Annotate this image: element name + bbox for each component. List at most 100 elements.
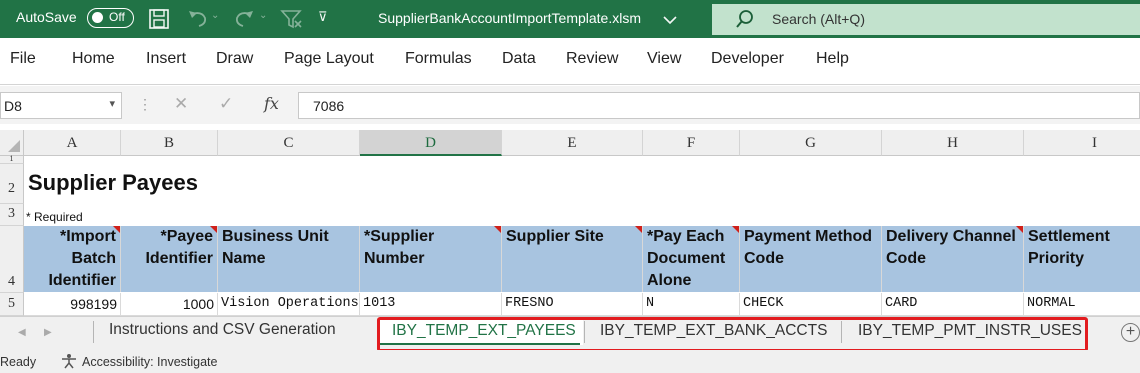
comment-indicator (732, 226, 739, 233)
row-header-1[interactable]: 1 (0, 154, 24, 164)
row-number: 3 (8, 206, 15, 221)
scroll-tabs-left-icon[interactable]: ◀ (18, 327, 26, 338)
menu-developer[interactable]: Developer (711, 50, 784, 68)
menu-draw[interactable]: Draw (216, 50, 253, 68)
column-header-h[interactable]: H (882, 130, 1024, 156)
select-all-corner[interactable] (0, 130, 24, 156)
column-header-g[interactable]: G (740, 130, 882, 156)
worksheet-grid[interactable]: A B C D E F G H I 1 2 3 4 5 Supplier Pay… (0, 130, 1140, 316)
column-header-f[interactable]: F (643, 130, 740, 156)
row-number: 1 (9, 154, 14, 163)
header-text: *Pay Each Document Alone (647, 228, 726, 289)
header-cell[interactable]: Supplier Site (502, 226, 643, 292)
accessibility-status[interactable]: Accessibility: Investigate (82, 355, 217, 369)
menu-view[interactable]: View (647, 50, 681, 68)
window-title[interactable]: SupplierBankAccountImportTemplate.xlsm (378, 10, 641, 26)
column-header-e[interactable]: E (502, 130, 643, 156)
column-header-d[interactable]: D (360, 130, 502, 156)
row-header-2[interactable]: 2 (0, 164, 24, 204)
data-cell[interactable]: Vision Operations (218, 293, 360, 316)
redo-icon[interactable] (232, 8, 256, 33)
menu-review[interactable]: Review (566, 50, 618, 68)
status-bar: Ready Accessibility: Investigate (0, 350, 1140, 373)
column-header-a[interactable]: A (24, 130, 121, 156)
row-header-4[interactable]: 4 (0, 226, 24, 293)
formula-value: 7086 (313, 98, 345, 114)
accessibility-icon[interactable] (60, 353, 78, 372)
customize-quick-access-icon[interactable]: ⊽ (318, 9, 328, 25)
required-note: * Required (26, 210, 83, 224)
sheet-title: Supplier Payees (28, 170, 198, 195)
header-cell[interactable]: Business Unit Name (218, 226, 360, 292)
data-cell[interactable]: CHECK (740, 293, 882, 316)
menu-insert[interactable]: Insert (146, 50, 186, 68)
formula-input[interactable]: 7086 (298, 92, 1140, 119)
header-cell[interactable]: *Supplier Number (360, 226, 502, 292)
cancel-icon[interactable]: ✕ (174, 94, 188, 114)
column-header-b[interactable]: B (121, 130, 218, 156)
menu-home[interactable]: Home (72, 50, 115, 68)
menu-data[interactable]: Data (502, 50, 536, 68)
data-cell[interactable]: 1000 (121, 293, 218, 316)
row-number: 5 (8, 296, 15, 311)
title-bar: AutoSave Off ⌄ ⌄ ⊽ SupplierBankAccountIm… (0, 0, 1140, 38)
row-number: 2 (8, 181, 15, 196)
header-text: *Import Batch Identifier (48, 228, 116, 289)
filter-icon[interactable] (280, 8, 304, 33)
search-box[interactable]: Search (Alt+Q) (712, 4, 1140, 35)
search-icon (734, 8, 756, 33)
menu-formulas[interactable]: Formulas (405, 50, 472, 68)
data-cell[interactable]: FRESNO (502, 293, 643, 316)
redo-dropdown-icon[interactable]: ⌄ (259, 10, 267, 21)
comment-indicator (113, 226, 120, 233)
header-cell[interactable]: *Import Batch Identifier (24, 226, 121, 292)
header-cell[interactable]: Payment Method Code (740, 226, 882, 292)
menu-file[interactable]: File (10, 50, 36, 68)
column-header-i[interactable]: I (1024, 130, 1140, 156)
scroll-tabs-right-icon[interactable]: ▶ (44, 327, 52, 338)
data-cell[interactable]: 1013 (360, 293, 502, 316)
column-header-c[interactable]: C (218, 130, 360, 156)
data-cell[interactable]: N (643, 293, 740, 316)
row-number: 4 (8, 274, 15, 289)
chevron-down-icon[interactable]: ▾ (109, 97, 115, 110)
autosave-toggle[interactable]: Off (87, 8, 134, 28)
enter-icon[interactable]: ✓ (219, 94, 233, 114)
comment-indicator (1016, 226, 1023, 233)
undo-icon[interactable] (186, 8, 210, 33)
header-cell[interactable]: Delivery Channel Code (882, 226, 1024, 292)
header-text: *Supplier Number (364, 228, 435, 267)
autosave-label: AutoSave (16, 9, 77, 25)
toggle-knob (92, 12, 103, 23)
tab-instructions[interactable]: Instructions and CSV Generation (109, 321, 336, 339)
row-header-3[interactable]: 3 (0, 204, 24, 226)
sheet-tab-bar: ◀ ▶ Instructions and CSV Generation IBY_… (0, 316, 1140, 352)
header-cell[interactable]: *Payee Identifier (121, 226, 218, 292)
more-options-icon[interactable]: ⋮ (138, 96, 152, 113)
header-text: Business Unit Name (222, 228, 329, 267)
header-text: Payment Method Code (744, 228, 873, 267)
menu-page-layout[interactable]: Page Layout (284, 50, 374, 68)
chevron-down-icon[interactable] (663, 12, 677, 28)
comment-indicator (635, 226, 642, 233)
header-text: Settlement Priority (1028, 228, 1110, 267)
highlight-box (377, 317, 1088, 352)
header-cell[interactable]: *Pay Each Document Alone (643, 226, 740, 292)
menu-help[interactable]: Help (816, 50, 849, 68)
undo-dropdown-icon[interactable]: ⌄ (211, 10, 219, 21)
comment-indicator (210, 226, 217, 233)
tab-divider (93, 321, 94, 343)
search-placeholder: Search (Alt+Q) (772, 11, 865, 27)
save-icon[interactable] (148, 8, 170, 33)
row-header-5[interactable]: 5 (0, 293, 24, 316)
formula-bar: D8 ▾ ⋮ ✕ ✓ fx 7086 (0, 86, 1140, 124)
name-box[interactable]: D8 ▾ (0, 92, 122, 119)
data-cell[interactable]: 998199 (24, 293, 121, 316)
data-cell[interactable]: NORMAL (1024, 293, 1140, 316)
insert-function-icon[interactable]: fx (264, 94, 279, 113)
header-cell[interactable]: Settlement Priority (1024, 226, 1140, 292)
data-cell[interactable]: CARD (882, 293, 1024, 316)
autosave-state: Off (109, 10, 125, 24)
add-sheet-icon[interactable]: + (1121, 323, 1140, 342)
name-box-value: D8 (4, 98, 22, 114)
